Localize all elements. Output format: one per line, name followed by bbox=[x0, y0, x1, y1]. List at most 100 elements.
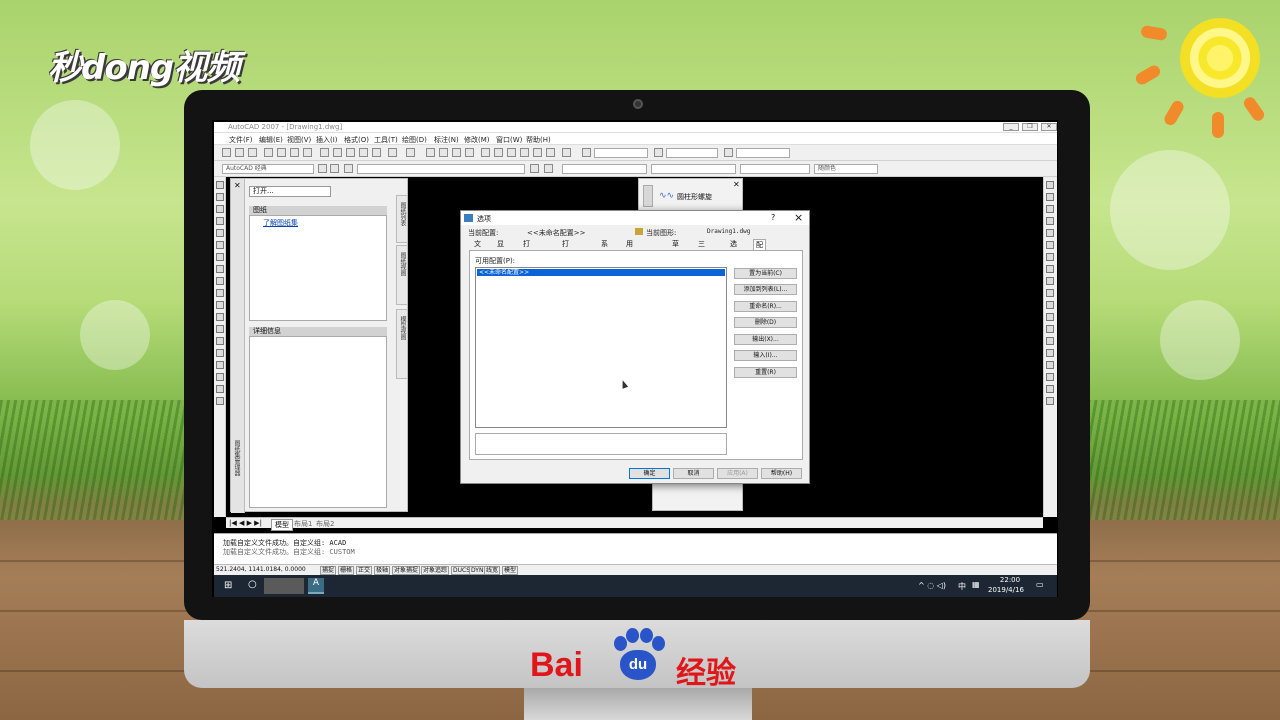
erase-icon[interactable] bbox=[1046, 181, 1054, 189]
new-icon[interactable] bbox=[222, 148, 231, 157]
dyn-toggle[interactable]: DYN bbox=[469, 566, 486, 575]
menu-insert[interactable]: 插入(I) bbox=[316, 135, 338, 145]
make-current-layer-icon[interactable] bbox=[530, 164, 539, 173]
restore-button[interactable]: ❐ bbox=[1022, 123, 1038, 131]
tab-3d-modeling[interactable]: 三维建模 bbox=[696, 239, 707, 281]
taskbar-app-blurred[interactable] bbox=[264, 578, 304, 594]
text-style-icon[interactable] bbox=[582, 148, 591, 157]
insert-block-icon[interactable] bbox=[216, 313, 224, 321]
set-current-button[interactable]: 置为当前(C) bbox=[734, 268, 797, 279]
rectangle-icon[interactable] bbox=[216, 229, 224, 237]
table-style-icon[interactable] bbox=[724, 148, 733, 157]
scale-icon[interactable] bbox=[1046, 265, 1054, 273]
make-block-icon[interactable] bbox=[216, 325, 224, 333]
delete-button[interactable]: 删除(D) bbox=[734, 317, 797, 328]
tab-model-views[interactable]: 模型视图 bbox=[396, 309, 408, 379]
autocad-taskbar-icon[interactable]: A bbox=[308, 578, 324, 594]
revision-cloud-icon[interactable] bbox=[216, 265, 224, 273]
properties-icon[interactable] bbox=[481, 148, 490, 157]
dialog-close-icon[interactable]: × bbox=[794, 211, 803, 224]
markup-icon[interactable] bbox=[533, 148, 542, 157]
tab-open-save[interactable]: 打开和保存 bbox=[521, 239, 532, 292]
menu-tools[interactable]: 工具(T) bbox=[374, 135, 398, 145]
osnap-toggle[interactable]: 对象捕捉 bbox=[392, 566, 421, 575]
copy-icon[interactable] bbox=[333, 148, 342, 157]
ime-indicator[interactable]: 中 bbox=[958, 581, 966, 592]
menu-window[interactable]: 窗口(W) bbox=[496, 135, 522, 145]
join-icon[interactable] bbox=[1046, 337, 1054, 345]
zoom-realtime-icon[interactable] bbox=[439, 148, 448, 157]
rename-button[interactable]: 重命名(R)... bbox=[734, 301, 797, 312]
tab-selection[interactable]: 选择 bbox=[728, 239, 739, 259]
command-line[interactable]: 加载自定义文件成功。自定义组: ACAD 加载自定义文件成功。自定义组: CUS… bbox=[214, 533, 1057, 564]
hatch-icon[interactable] bbox=[216, 349, 224, 357]
print-icon[interactable] bbox=[264, 148, 273, 157]
explode-icon[interactable] bbox=[1046, 373, 1054, 381]
preview-icon[interactable] bbox=[277, 148, 286, 157]
tray-icons[interactable]: ^ ◌ ◁) bbox=[918, 581, 946, 590]
draworder-icon[interactable] bbox=[1046, 385, 1054, 393]
calculator-icon[interactable] bbox=[546, 148, 555, 157]
construction-line-icon[interactable] bbox=[216, 193, 224, 201]
profile-item-selected[interactable]: <<未命名配置>> bbox=[477, 269, 725, 276]
region-icon[interactable] bbox=[216, 373, 224, 381]
tab-user-preferences[interactable]: 用户系统配置 bbox=[624, 239, 635, 303]
line-tool-icon[interactable] bbox=[216, 181, 224, 189]
cancel-button[interactable]: 取消 bbox=[673, 468, 714, 479]
tab-plot-publish[interactable]: 打印和发布 bbox=[560, 239, 571, 292]
multiline-text-icon[interactable] bbox=[216, 397, 224, 405]
zoom-window-icon[interactable] bbox=[452, 148, 461, 157]
table-icon[interactable] bbox=[216, 385, 224, 393]
offset-icon[interactable] bbox=[1046, 217, 1054, 225]
stretch-icon[interactable] bbox=[1046, 277, 1054, 285]
circle-icon[interactable] bbox=[216, 253, 224, 261]
tab-profiles[interactable]: 配置 bbox=[753, 239, 766, 260]
block-editor-icon[interactable] bbox=[372, 148, 381, 157]
paste-icon[interactable] bbox=[346, 148, 355, 157]
close-icon[interactable]: ✕ bbox=[234, 181, 241, 190]
design-center-icon[interactable] bbox=[494, 148, 503, 157]
copy-object-icon[interactable] bbox=[1046, 193, 1054, 201]
cut-icon[interactable] bbox=[320, 148, 329, 157]
workspace-combo[interactable]: AutoCAD 经典 bbox=[222, 164, 314, 174]
tab-model[interactable]: 模型 bbox=[271, 519, 293, 531]
match-properties-icon[interactable] bbox=[359, 148, 368, 157]
menu-modify[interactable]: 修改(M) bbox=[464, 135, 490, 145]
color-control-combo[interactable] bbox=[562, 164, 647, 174]
tab-layout1[interactable]: 布局1 bbox=[294, 519, 312, 529]
ok-button[interactable]: 确定 bbox=[629, 468, 670, 479]
reset-button[interactable]: 重置(R) bbox=[734, 367, 797, 378]
layer-state-icon[interactable] bbox=[344, 164, 353, 173]
tab-nav-icon[interactable]: |◀ ◀ ▶ ▶| bbox=[229, 519, 262, 527]
layer-previous-icon[interactable] bbox=[544, 164, 553, 173]
layer-manager-icon[interactable] bbox=[330, 164, 339, 173]
help-icon[interactable] bbox=[562, 148, 571, 157]
help-button[interactable]: 帮助(H) bbox=[761, 468, 802, 479]
spline-icon[interactable] bbox=[216, 277, 224, 285]
ellipse-icon[interactable] bbox=[216, 289, 224, 297]
menu-help[interactable]: 帮助(H) bbox=[526, 135, 551, 145]
menu-view[interactable]: 视图(V) bbox=[287, 135, 311, 145]
tab-files[interactable]: 文件 bbox=[472, 239, 483, 259]
polyline-icon[interactable] bbox=[216, 205, 224, 213]
chamfer-icon[interactable] bbox=[1046, 349, 1054, 357]
text-style-combo[interactable] bbox=[594, 148, 648, 158]
plot-style-combo[interactable]: 随颜色 bbox=[814, 164, 878, 174]
extend-icon[interactable] bbox=[1046, 301, 1054, 309]
apply-button[interactable]: 应用(A) bbox=[717, 468, 758, 479]
break-at-point-icon[interactable] bbox=[1046, 313, 1054, 321]
rotate-icon[interactable] bbox=[1046, 253, 1054, 261]
sheet-set-open-combo[interactable]: 打开... bbox=[249, 186, 331, 197]
search-icon[interactable]: ○ bbox=[248, 579, 257, 590]
tab-drafting[interactable]: 草图 bbox=[670, 239, 681, 259]
tab-sheet-list[interactable]: 图纸列表 bbox=[396, 195, 408, 243]
lineweight-control-combo[interactable] bbox=[740, 164, 810, 174]
export-button[interactable]: 输出(X)... bbox=[734, 334, 797, 345]
learn-sheet-set-link[interactable]: 了解图纸集 bbox=[263, 218, 298, 228]
arc-icon[interactable] bbox=[216, 241, 224, 249]
palette-tab[interactable] bbox=[643, 185, 653, 207]
snap-toggle[interactable]: 捕捉 bbox=[320, 566, 337, 575]
grid-toggle[interactable]: 栅格 bbox=[338, 566, 355, 575]
menu-dimension[interactable]: 标注(N) bbox=[434, 135, 459, 145]
tab-sheet-views[interactable]: 图纸视图 bbox=[396, 245, 408, 305]
